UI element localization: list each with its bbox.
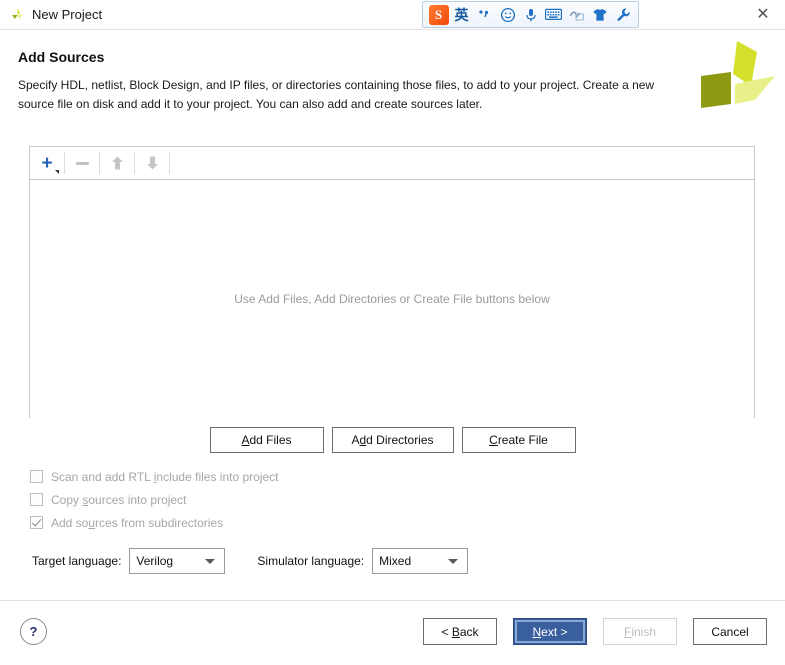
finish-button[interactable]: Finish (603, 618, 677, 645)
sources-empty-message: Use Add Files, Add Directories or Create… (234, 292, 550, 306)
punctuation-mode-icon[interactable] (473, 3, 496, 26)
next-button[interactable]: Next > (513, 618, 587, 645)
page-title: Add Sources (18, 49, 105, 65)
move-down-button[interactable] (135, 147, 169, 179)
copy-sources-checkbox[interactable]: Copy sources into project (30, 488, 279, 511)
add-sources-subdirectories-label: Add sources from subdirectories (51, 515, 224, 530)
cancel-button[interactable]: Cancel (693, 618, 767, 645)
dropdown-caret-icon (55, 170, 59, 174)
add-directories-button[interactable]: Add Directories (331, 427, 454, 453)
create-file-button[interactable]: Create File (461, 427, 576, 453)
add-sources-subdirectories-checkbox[interactable]: Add sources from subdirectories (30, 511, 279, 534)
checkbox-box-checked (30, 516, 43, 529)
scan-rtl-include-label: Scan and add RTL include files into proj… (51, 469, 279, 484)
simulator-language-value: Mixed (379, 554, 412, 568)
voice-input-icon[interactable] (519, 3, 542, 26)
wizard-header: Add Sources Specify HDL, netlist, Block … (0, 30, 785, 140)
checkbox-box (30, 493, 43, 506)
plus-icon: + (41, 152, 53, 174)
move-up-button[interactable] (100, 147, 134, 179)
add-directories-label: Add Directories (351, 433, 434, 447)
chevron-down-icon (205, 559, 216, 564)
window-titlebar: New Project ✕ (0, 0, 785, 30)
back-button[interactable]: < Back (423, 618, 497, 645)
add-source-button[interactable]: + (30, 147, 64, 179)
checkbox-box (30, 470, 43, 483)
add-files-button[interactable]: Add Files (209, 427, 324, 453)
soft-keyboard-icon[interactable] (542, 3, 565, 26)
settings-wrench-icon[interactable] (611, 3, 634, 26)
language-settings-row: Target language: Verilog Simulator langu… (32, 548, 469, 574)
chevron-down-icon (448, 559, 459, 564)
skin-icon[interactable] (588, 3, 611, 26)
add-files-label: Add Files (241, 433, 292, 447)
sogou-ime-toolbar[interactable]: S 英 (422, 1, 639, 28)
emoji-icon[interactable] (496, 3, 519, 26)
copy-sources-label: Copy sources into project (51, 492, 187, 507)
help-button[interactable]: ? (20, 618, 47, 645)
xilinx-vivado-icon (8, 6, 26, 24)
page-description: Specify HDL, netlist, Block Design, and … (18, 78, 655, 111)
next-label: Next > (532, 624, 568, 639)
remove-source-button[interactable] (65, 147, 99, 179)
source-options: Scan and add RTL include files into proj… (30, 465, 279, 534)
minus-icon (75, 161, 89, 165)
sources-panel: + Use Add Files, Add Directories or Crea… (29, 146, 755, 418)
xilinx-logo (693, 38, 779, 116)
wizard-navigation: < Back Next > Finish Cancel (423, 618, 767, 645)
toolbar-separator (169, 152, 170, 174)
simulator-language-select[interactable]: Mixed (372, 548, 469, 574)
sources-list[interactable]: Use Add Files, Add Directories or Create… (30, 180, 754, 418)
target-language-value: Verilog (136, 554, 174, 568)
source-actions-row: Add Files Add Directories Create File (0, 427, 785, 453)
handwriting-icon[interactable] (565, 3, 588, 26)
target-language-select[interactable]: Verilog (129, 548, 226, 574)
arrow-up-icon (111, 156, 123, 170)
finish-label: Finish (623, 624, 657, 639)
cancel-label: Cancel (711, 624, 749, 639)
window-title: New Project (32, 7, 103, 22)
simulator-language-label: Simulator language: (257, 554, 365, 568)
footer-separator (0, 600, 785, 601)
sogou-logo-icon[interactable]: S (427, 3, 450, 26)
sources-toolbar: + (30, 147, 754, 180)
arrow-down-icon (146, 156, 158, 170)
language-mode-icon[interactable]: 英 (450, 3, 473, 26)
back-label: < Back (441, 624, 479, 639)
scan-rtl-include-checkbox[interactable]: Scan and add RTL include files into proj… (30, 465, 279, 488)
create-file-label: Create File (489, 433, 548, 447)
target-language-label: Target language: (32, 554, 122, 568)
close-icon[interactable]: ✕ (741, 1, 785, 29)
